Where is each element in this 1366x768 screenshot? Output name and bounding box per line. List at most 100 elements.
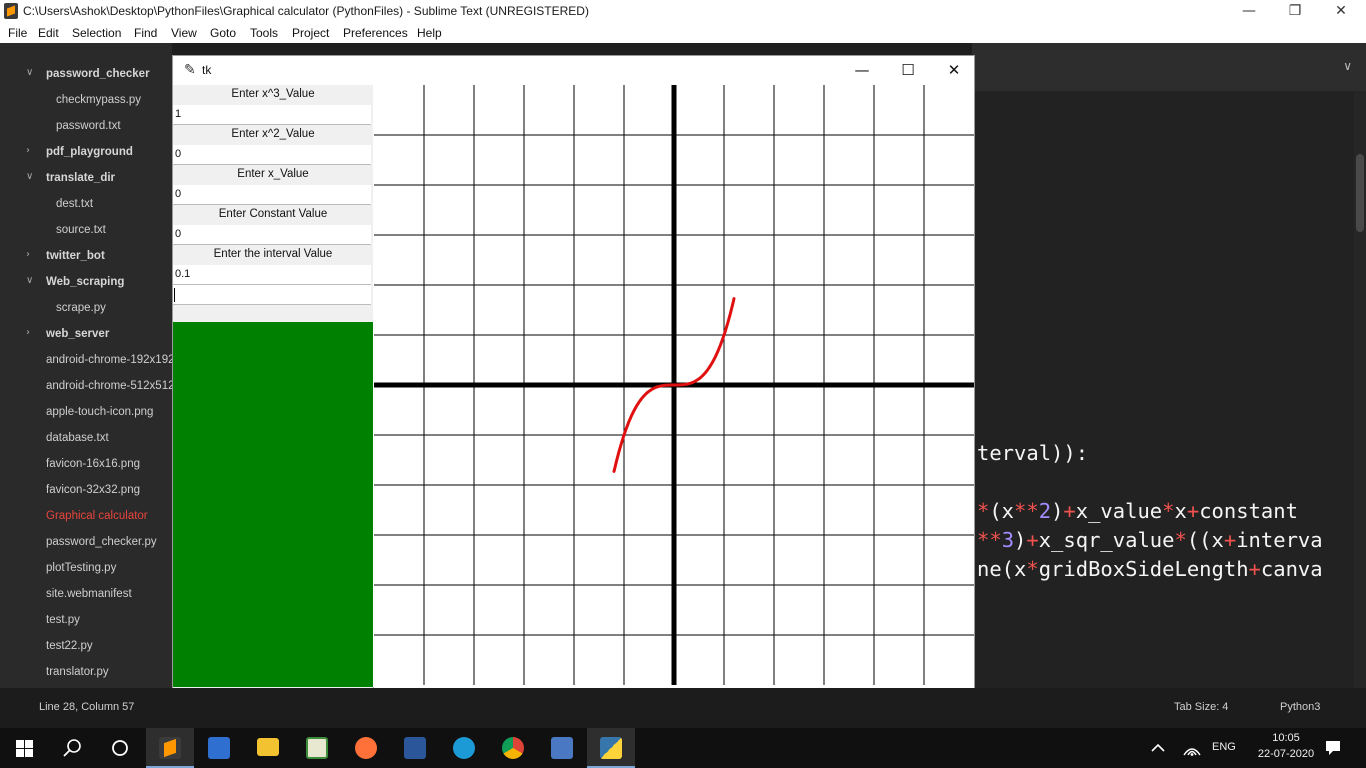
menu-edit[interactable]: Edit — [38, 26, 59, 40]
sidebar-item-database-txt[interactable]: database.txt — [0, 426, 172, 452]
sidebar-item-label: source.txt — [56, 224, 106, 236]
tk-close-button[interactable]: ✕ — [931, 56, 977, 85]
sidebar-item-favicon-32[interactable]: favicon-32x32.png — [0, 478, 172, 504]
sidebar-item-password-checker-py[interactable]: password_checker.py — [0, 530, 172, 556]
interval-input[interactable]: 0.1 — [173, 265, 371, 285]
taskbar-calculator[interactable] — [195, 728, 243, 768]
menu-selection[interactable]: Selection — [72, 26, 121, 40]
square-label: Enter x^2_Value — [231, 128, 315, 140]
chrome-icon — [502, 737, 524, 759]
coefficient-form: Enter x^3_Value 1 Enter x^2_Value 0 Ente… — [173, 85, 373, 688]
sidebar-item-password-txt[interactable]: password.txt — [0, 114, 172, 140]
menu-preferences[interactable]: Preferences — [343, 26, 408, 40]
text-caret — [174, 288, 175, 302]
extra-input[interactable] — [173, 285, 371, 305]
menu-tools[interactable]: Tools — [250, 26, 278, 40]
sidebar-item-dest-txt[interactable]: dest.txt — [0, 192, 172, 218]
sidebar-folder-twitter-bot[interactable]: › twitter_bot — [0, 244, 172, 270]
language-indicator[interactable]: ENG — [1212, 741, 1236, 753]
close-button[interactable]: ✕ — [1318, 0, 1364, 22]
wifi-icon[interactable] — [1182, 739, 1202, 757]
tk-maximize-button[interactable]: ☐ — [885, 56, 931, 85]
clock-time[interactable]: 10:05 — [1262, 732, 1310, 744]
square-input[interactable]: 0 — [173, 145, 371, 165]
code-editor[interactable]: ∨ terval)): *(x**2)+x_value*x+constant **3… — [972, 43, 1366, 688]
menu-find[interactable]: Find — [134, 26, 157, 40]
start-button[interactable] — [0, 728, 48, 768]
graph-canvas[interactable] — [374, 85, 974, 688]
sidebar-item-android-chrome-192[interactable]: android-chrome-192x192.png — [0, 348, 172, 374]
minimize-button[interactable]: — — [1226, 0, 1272, 22]
tab-size-indicator[interactable]: Tab Size: 4 — [1174, 701, 1228, 713]
chevron-down-icon: ∨ — [26, 67, 34, 78]
sidebar-item-label: Web_scraping — [46, 276, 125, 288]
sidebar-item-label: plotTesting.py — [46, 562, 117, 574]
sidebar-item-label: translator.py — [46, 666, 109, 678]
sidebar-folder-pdf-playground[interactable]: › pdf_playground — [0, 140, 172, 166]
sidebar-item-site-webmanifest[interactable]: site.webmanifest — [0, 582, 172, 608]
taskbar-edge[interactable] — [440, 728, 488, 768]
notification-icon[interactable] — [1324, 739, 1342, 757]
windows-logo-icon — [16, 740, 24, 748]
menu-file[interactable]: File — [8, 26, 27, 40]
sidebar-item-checkmypass[interactable]: checkmypass.py — [0, 88, 172, 114]
sidebar-item-apple-touch-icon[interactable]: apple-touch-icon.png — [0, 400, 172, 426]
clock-date[interactable]: 22-07-2020 — [1252, 748, 1320, 760]
taskbar: ENG 10:05 22-07-2020 — [0, 728, 1366, 768]
interval-label: Enter the interval Value — [213, 248, 333, 260]
sidebar-item-android-chrome-512[interactable]: android-chrome-512x512.png — [0, 374, 172, 400]
search-icon — [63, 739, 81, 757]
sidebar-folder-password-checker[interactable]: ∨ password_checker — [0, 62, 172, 88]
sidebar-item-scrape-py[interactable]: scrape.py — [0, 296, 172, 322]
menu-bar: File Edit Selection Find View Goto Tools… — [0, 22, 1366, 43]
taskbar-firefox[interactable] — [342, 728, 390, 768]
calculator-icon — [208, 737, 230, 759]
firefox-icon — [355, 737, 377, 759]
code-token: 3 — [1001, 528, 1015, 552]
editor-tab-bar: ∨ — [972, 43, 1366, 91]
sidebar-folder-web-server[interactable]: › web_server — [0, 322, 172, 348]
sidebar-item-test-py[interactable]: test.py — [0, 608, 172, 634]
code-token: * — [977, 499, 990, 523]
sidebar-item-label: android-chrome-192x192.png — [46, 354, 172, 366]
code-token: 2 — [1038, 499, 1052, 523]
windows-logo-pane — [25, 740, 33, 748]
tab-dropdown-icon[interactable]: ∨ — [1343, 59, 1352, 73]
plot-button[interactable] — [173, 322, 373, 687]
code-token: ** — [1014, 499, 1039, 523]
sidebar-folder-translate-dir[interactable]: ∨ translate_dir — [0, 166, 172, 192]
menu-project[interactable]: Project — [292, 26, 329, 40]
taskbar-file-explorer[interactable] — [244, 728, 292, 768]
sidebar-item-label: apple-touch-icon.png — [46, 406, 154, 418]
menu-help[interactable]: Help — [417, 26, 442, 40]
sidebar-item-label: dest.txt — [56, 198, 94, 210]
linear-input[interactable]: 0 — [173, 185, 371, 205]
taskbar-word[interactable] — [391, 728, 439, 768]
sidebar-item-source-txt[interactable]: source.txt — [0, 218, 172, 244]
scrollbar-thumb[interactable] — [1356, 154, 1364, 232]
syntax-indicator[interactable]: Python3 — [1280, 701, 1320, 713]
constant-input[interactable]: 0 — [173, 225, 371, 245]
taskbar-control-panel[interactable] — [538, 728, 586, 768]
tk-minimize-button[interactable]: — — [839, 56, 885, 85]
editor-scrollbar[interactable] — [1354, 91, 1366, 688]
task-view-button[interactable] — [96, 728, 144, 768]
sidebar-item-translator-py[interactable]: translator.py — [0, 660, 172, 686]
sidebar-item-test22-py[interactable]: test22.py — [0, 634, 172, 660]
chevron-up-icon[interactable] — [1150, 740, 1166, 756]
sidebar-item-graphical-calculator[interactable]: Graphical calculator — [0, 504, 172, 530]
sidebar-item-plottesting[interactable]: plotTesting.py — [0, 556, 172, 582]
taskbar-chart-app[interactable] — [293, 728, 341, 768]
search-button[interactable] — [48, 728, 96, 768]
cubic-input[interactable]: 1 — [173, 105, 371, 125]
taskbar-sublime-text[interactable] — [146, 728, 194, 768]
tk-window: ✎ tk — ☐ ✕ Enter x^3_Value 1 Enter x^2_V… — [172, 55, 975, 688]
menu-view[interactable]: View — [171, 26, 197, 40]
taskbar-chrome[interactable] — [489, 728, 537, 768]
menu-goto[interactable]: Goto — [210, 26, 236, 40]
edge-icon — [453, 737, 475, 759]
taskbar-python[interactable] — [587, 728, 635, 768]
sidebar-item-favicon-16[interactable]: favicon-16x16.png — [0, 452, 172, 478]
restore-button[interactable]: ❐ — [1272, 0, 1318, 22]
sidebar-folder-web-scraping[interactable]: ∨ Web_scraping — [0, 270, 172, 296]
